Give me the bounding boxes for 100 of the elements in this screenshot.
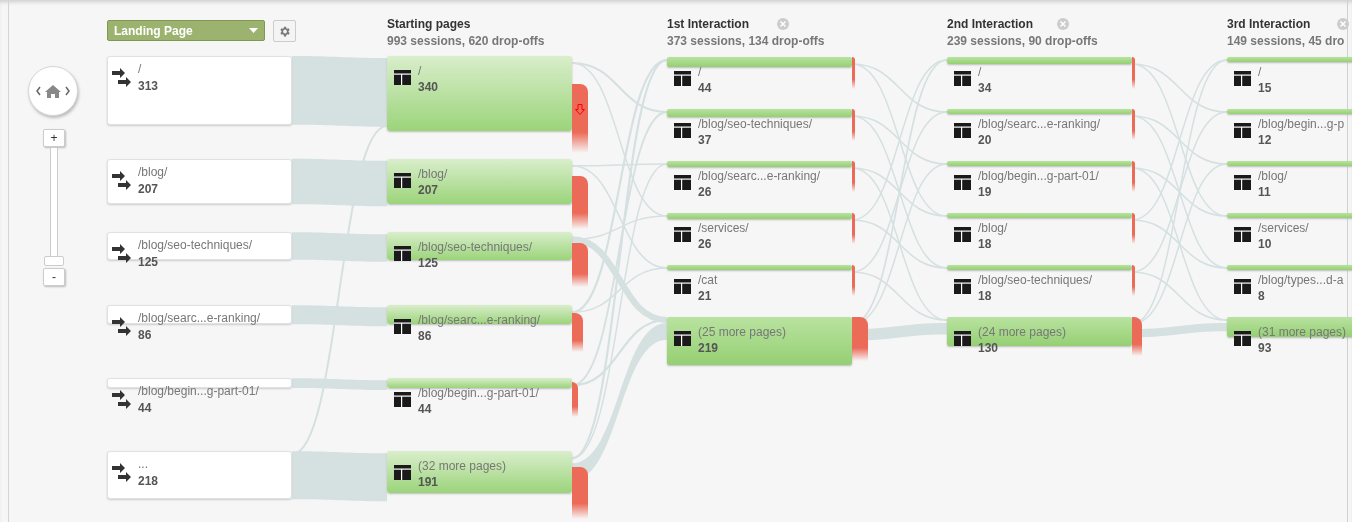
entrance-arrows-icon <box>112 390 132 411</box>
page-node-bar[interactable] <box>667 317 852 366</box>
session-count: 86 <box>138 328 152 343</box>
page-path: /blog/ <box>418 166 448 181</box>
page-path: /blog/begin...g-part-01/ <box>138 384 259 399</box>
page-path: /blog/seo-techniques/ <box>978 273 1093 287</box>
page-node-bar[interactable] <box>667 265 852 270</box>
page-layout-icon <box>674 71 691 86</box>
drop-off-bar[interactable] <box>1132 265 1135 297</box>
session-count: 44 <box>138 401 152 416</box>
page-path: / <box>1258 65 1262 79</box>
page-node[interactable] <box>387 378 572 388</box>
session-count: 191 <box>418 475 439 490</box>
drop-off-bar[interactable] <box>1132 213 1135 245</box>
home-navigation-button[interactable] <box>28 66 78 116</box>
page-path: /blog/begin...g-part-01/ <box>418 386 539 401</box>
page-layout-icon <box>954 71 971 86</box>
drop-off-bar[interactable] <box>572 176 588 230</box>
drop-off-bar[interactable] <box>572 467 588 519</box>
session-count: 340 <box>418 80 439 94</box>
page-path: /services/ <box>1258 221 1309 235</box>
page-layout-icon <box>954 279 971 294</box>
page-node-bar[interactable] <box>947 57 1132 65</box>
entrance-arrows-icon <box>112 244 132 265</box>
close-icon[interactable] <box>777 18 789 30</box>
slider-thumb[interactable] <box>44 256 64 266</box>
home-navigation-icon <box>36 84 70 98</box>
session-count: 125 <box>138 255 159 270</box>
page-path: /blog/begin...g-part-01/ <box>978 169 1099 183</box>
page-node[interactable] <box>387 158 572 205</box>
drop-off-bar[interactable] <box>1132 109 1135 141</box>
session-count: 10 <box>1258 237 1272 251</box>
session-count: 93 <box>1258 341 1272 355</box>
page-node-bar[interactable] <box>667 213 852 219</box>
drop-off-bar[interactable] <box>572 242 588 287</box>
page-node-bar[interactable] <box>667 57 852 67</box>
zoom-out-button[interactable]: - <box>43 268 65 286</box>
page-node-bar[interactable] <box>947 161 1132 166</box>
page-layout-icon <box>674 123 691 138</box>
page-path: / <box>698 65 702 79</box>
page-path: /blog/begin...g-p <box>1258 117 1345 131</box>
column-summary: 993 sessions, 620 drop-offs <box>387 34 545 48</box>
landing-node-box[interactable] <box>107 378 292 388</box>
page-layout-icon <box>394 246 411 262</box>
drop-off-bar[interactable] <box>1132 161 1135 193</box>
settings-icon <box>278 24 291 38</box>
session-count: 34 <box>978 81 992 95</box>
page-layout-icon <box>954 227 971 242</box>
landing-node-box[interactable] <box>107 305 292 325</box>
page-node[interactable] <box>387 305 572 325</box>
drop-off-bar[interactable] <box>852 317 868 362</box>
column-summary: 239 sessions, 90 drop-offs <box>947 34 1098 48</box>
page-node[interactable] <box>387 451 572 494</box>
close-icon[interactable] <box>1337 18 1349 30</box>
drop-off-bar[interactable] <box>852 57 855 90</box>
page-path: /blog/seo-techniques/ <box>698 117 813 131</box>
landing-node-box[interactable] <box>107 56 292 125</box>
caret-icon <box>249 28 258 33</box>
page-node-bar[interactable] <box>947 213 1132 218</box>
page-node-bar[interactable] <box>947 265 1132 270</box>
page-layout-icon <box>674 227 691 242</box>
page-path: /blog/searc...e-ranking/ <box>418 313 541 328</box>
page-layout-icon <box>954 331 971 346</box>
drop-off-bar[interactable] <box>852 265 855 297</box>
landing-node-box[interactable] <box>107 451 292 500</box>
page-node-bar[interactable] <box>667 161 852 167</box>
column-title: 1st Interaction <box>667 17 750 31</box>
entrance-arrows-icon <box>112 317 132 338</box>
session-count: 313 <box>138 79 159 93</box>
page-layout-icon <box>954 175 971 190</box>
page-path: (32 more pages) <box>418 459 507 474</box>
page-layout-icon <box>674 175 691 190</box>
page-path: /blog/searc...e-ranking/ <box>978 117 1101 131</box>
page-path: /services/ <box>698 221 749 235</box>
drop-off-bar[interactable] <box>852 213 855 245</box>
page-node[interactable] <box>387 232 572 260</box>
page-layout-icon <box>1234 175 1251 190</box>
page-node-bar[interactable] <box>667 109 852 118</box>
landing-node-box[interactable] <box>107 158 292 205</box>
page-path: /cat <box>698 273 718 287</box>
drop-off-bar[interactable] <box>572 312 583 353</box>
session-count: 8 <box>1258 289 1265 303</box>
session-count: 26 <box>698 185 712 199</box>
page-layout-icon <box>674 279 691 294</box>
close-icon[interactable] <box>1057 18 1069 30</box>
page-layout-icon <box>394 70 411 85</box>
zoom-in-button[interactable]: + <box>43 129 65 147</box>
drop-off-bar[interactable] <box>1132 57 1135 89</box>
drop-off-bar[interactable] <box>852 161 855 193</box>
page-node[interactable] <box>387 56 572 131</box>
drop-off-bar[interactable] <box>572 382 578 417</box>
page-layout-icon <box>394 465 411 481</box>
session-count: 18 <box>978 289 992 303</box>
page-path: /blog/types...d-a <box>1258 273 1344 287</box>
session-count: 20 <box>978 133 992 147</box>
settings-button[interactable] <box>273 20 296 42</box>
drop-off-bar[interactable] <box>852 109 855 141</box>
page-node-bar[interactable] <box>947 109 1132 114</box>
drop-off-bar[interactable] <box>572 84 588 153</box>
drop-off-bar[interactable] <box>1132 317 1142 356</box>
